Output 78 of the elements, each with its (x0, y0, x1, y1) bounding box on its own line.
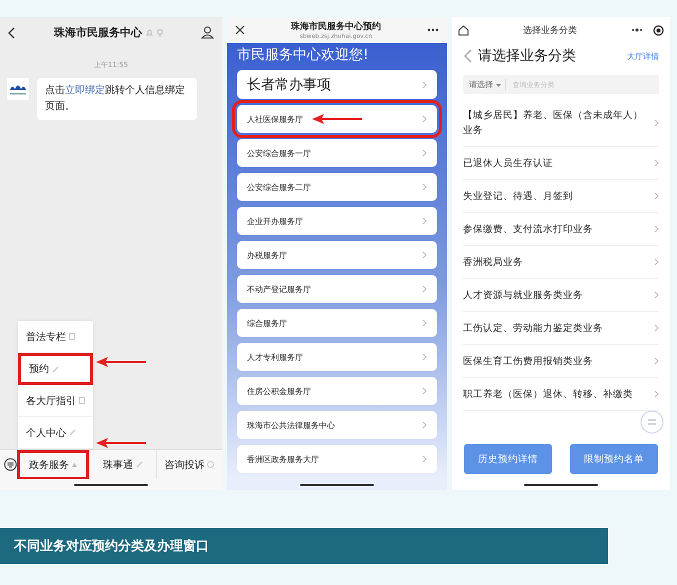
chevron-icon (422, 455, 427, 463)
chat-message: 点击立即绑定跳转个人信息绑定页面。 (37, 78, 197, 120)
back-icon[interactable] (8, 26, 16, 38)
bell-icon (146, 29, 153, 36)
welcome-heading: 市民服务中心欢迎您! (237, 46, 370, 64)
hall-item[interactable]: 长者常办事项 (237, 70, 437, 99)
more-icon[interactable] (427, 28, 439, 32)
home-icon[interactable] (458, 24, 469, 36)
bind-link[interactable]: 立即绑定 (65, 85, 105, 96)
page-heading: 请选择业务分类 (478, 47, 576, 65)
caret-icon (72, 462, 77, 466)
close-target-icon[interactable] (653, 24, 664, 36)
chevron-icon (654, 324, 659, 332)
hall-item[interactable]: 珠海市公共法律服务中心 (237, 411, 437, 439)
menu-item[interactable]: 预约 (18, 353, 93, 385)
chevron-icon (654, 225, 659, 233)
chevron-icon (654, 119, 659, 127)
chevron-icon (422, 319, 427, 327)
link-icon (69, 429, 76, 436)
annotation-arrow (312, 114, 362, 124)
chevron-icon (422, 421, 427, 429)
caption-text: 不同业务对应预约分类及办理窗口 (14, 538, 209, 555)
category-item[interactable]: 职工养老（医保）退休、转移、补缴类 (463, 378, 659, 411)
hall-item[interactable]: 人才专利服务厅 (237, 343, 437, 371)
page-icon (69, 333, 75, 340)
link-icon (52, 366, 59, 372)
chevron-icon (422, 149, 427, 157)
annotation-arrow (96, 438, 146, 448)
chevron-icon (422, 387, 427, 395)
chevron-icon (422, 80, 427, 88)
mini-program-icon (207, 461, 214, 468)
category-dropdown[interactable]: 请选择 (469, 79, 506, 90)
hall-item[interactable]: 综合服务厅 (237, 309, 437, 337)
pin-icon (157, 28, 163, 36)
chevron-icon (654, 192, 659, 200)
chevron-icon (654, 390, 659, 398)
hall-item[interactable]: 香洲区政务服务大厅 (237, 445, 437, 473)
chevron-icon (422, 217, 427, 225)
hall-item[interactable]: 住房公积金服务厅 (237, 377, 437, 405)
caret-icon (496, 84, 501, 87)
hall-item[interactable]: 公安综合服务二厅 (237, 173, 437, 201)
more-icon[interactable] (631, 28, 643, 32)
category-item[interactable]: 人才资源与就业服务类业务 (463, 279, 659, 312)
nav-title: 选择业务分类 (523, 24, 577, 36)
menu-item[interactable]: 个人中心 (18, 417, 93, 449)
page-icon (79, 397, 85, 404)
category-item[interactable]: 医保生育工伤费用报销类业务 (463, 345, 659, 378)
page-title: 珠海市民服务中心预约 (291, 20, 381, 33)
menu-item[interactable]: 各大厅指引 (18, 385, 93, 417)
hall-item[interactable]: 人社医保服务厅 (237, 105, 437, 133)
hall-details-link[interactable]: 大厅详情 (627, 50, 659, 62)
hall-item[interactable]: 企业开办服务厅 (237, 207, 437, 235)
category-item[interactable]: 香洲税局业务 (463, 246, 659, 279)
menu-item[interactable]: 普法专栏 (18, 321, 93, 353)
hall-item[interactable]: 不动产登记服务厅 (237, 275, 437, 303)
category-item[interactable]: 工伤认定、劳动能力鉴定类业务 (463, 312, 659, 345)
chevron-icon (654, 159, 659, 167)
category-item[interactable]: 参保缴费、支付流水打印业务 (463, 213, 659, 246)
close-icon[interactable] (235, 25, 245, 35)
chat-title: 珠海市民服务中心 (54, 25, 142, 40)
chevron-icon (422, 183, 427, 191)
chevron-icon (654, 291, 659, 299)
chevron-icon (654, 357, 659, 365)
keyboard-icon[interactable] (4, 458, 17, 471)
category-item[interactable]: 失业登记、待遇、月签到 (463, 180, 659, 213)
category-item[interactable]: 已退休人员生存认证 (463, 147, 659, 180)
chevron-icon (422, 115, 427, 123)
chevron-icon (422, 353, 427, 361)
chevron-icon (422, 285, 427, 293)
chevron-icon (422, 251, 427, 259)
category-item[interactable]: 【城乡居民】养老、医保（含未成年人）业务 (463, 100, 659, 147)
annotation-arrow (96, 357, 146, 367)
link-icon (136, 461, 143, 468)
hall-item[interactable]: 办税服务厅 (237, 241, 437, 269)
avatar-logo (7, 78, 29, 100)
hall-item[interactable]: 公安综合服务一厅 (237, 139, 437, 167)
chevron-icon (654, 258, 659, 266)
profile-icon[interactable] (201, 26, 214, 39)
